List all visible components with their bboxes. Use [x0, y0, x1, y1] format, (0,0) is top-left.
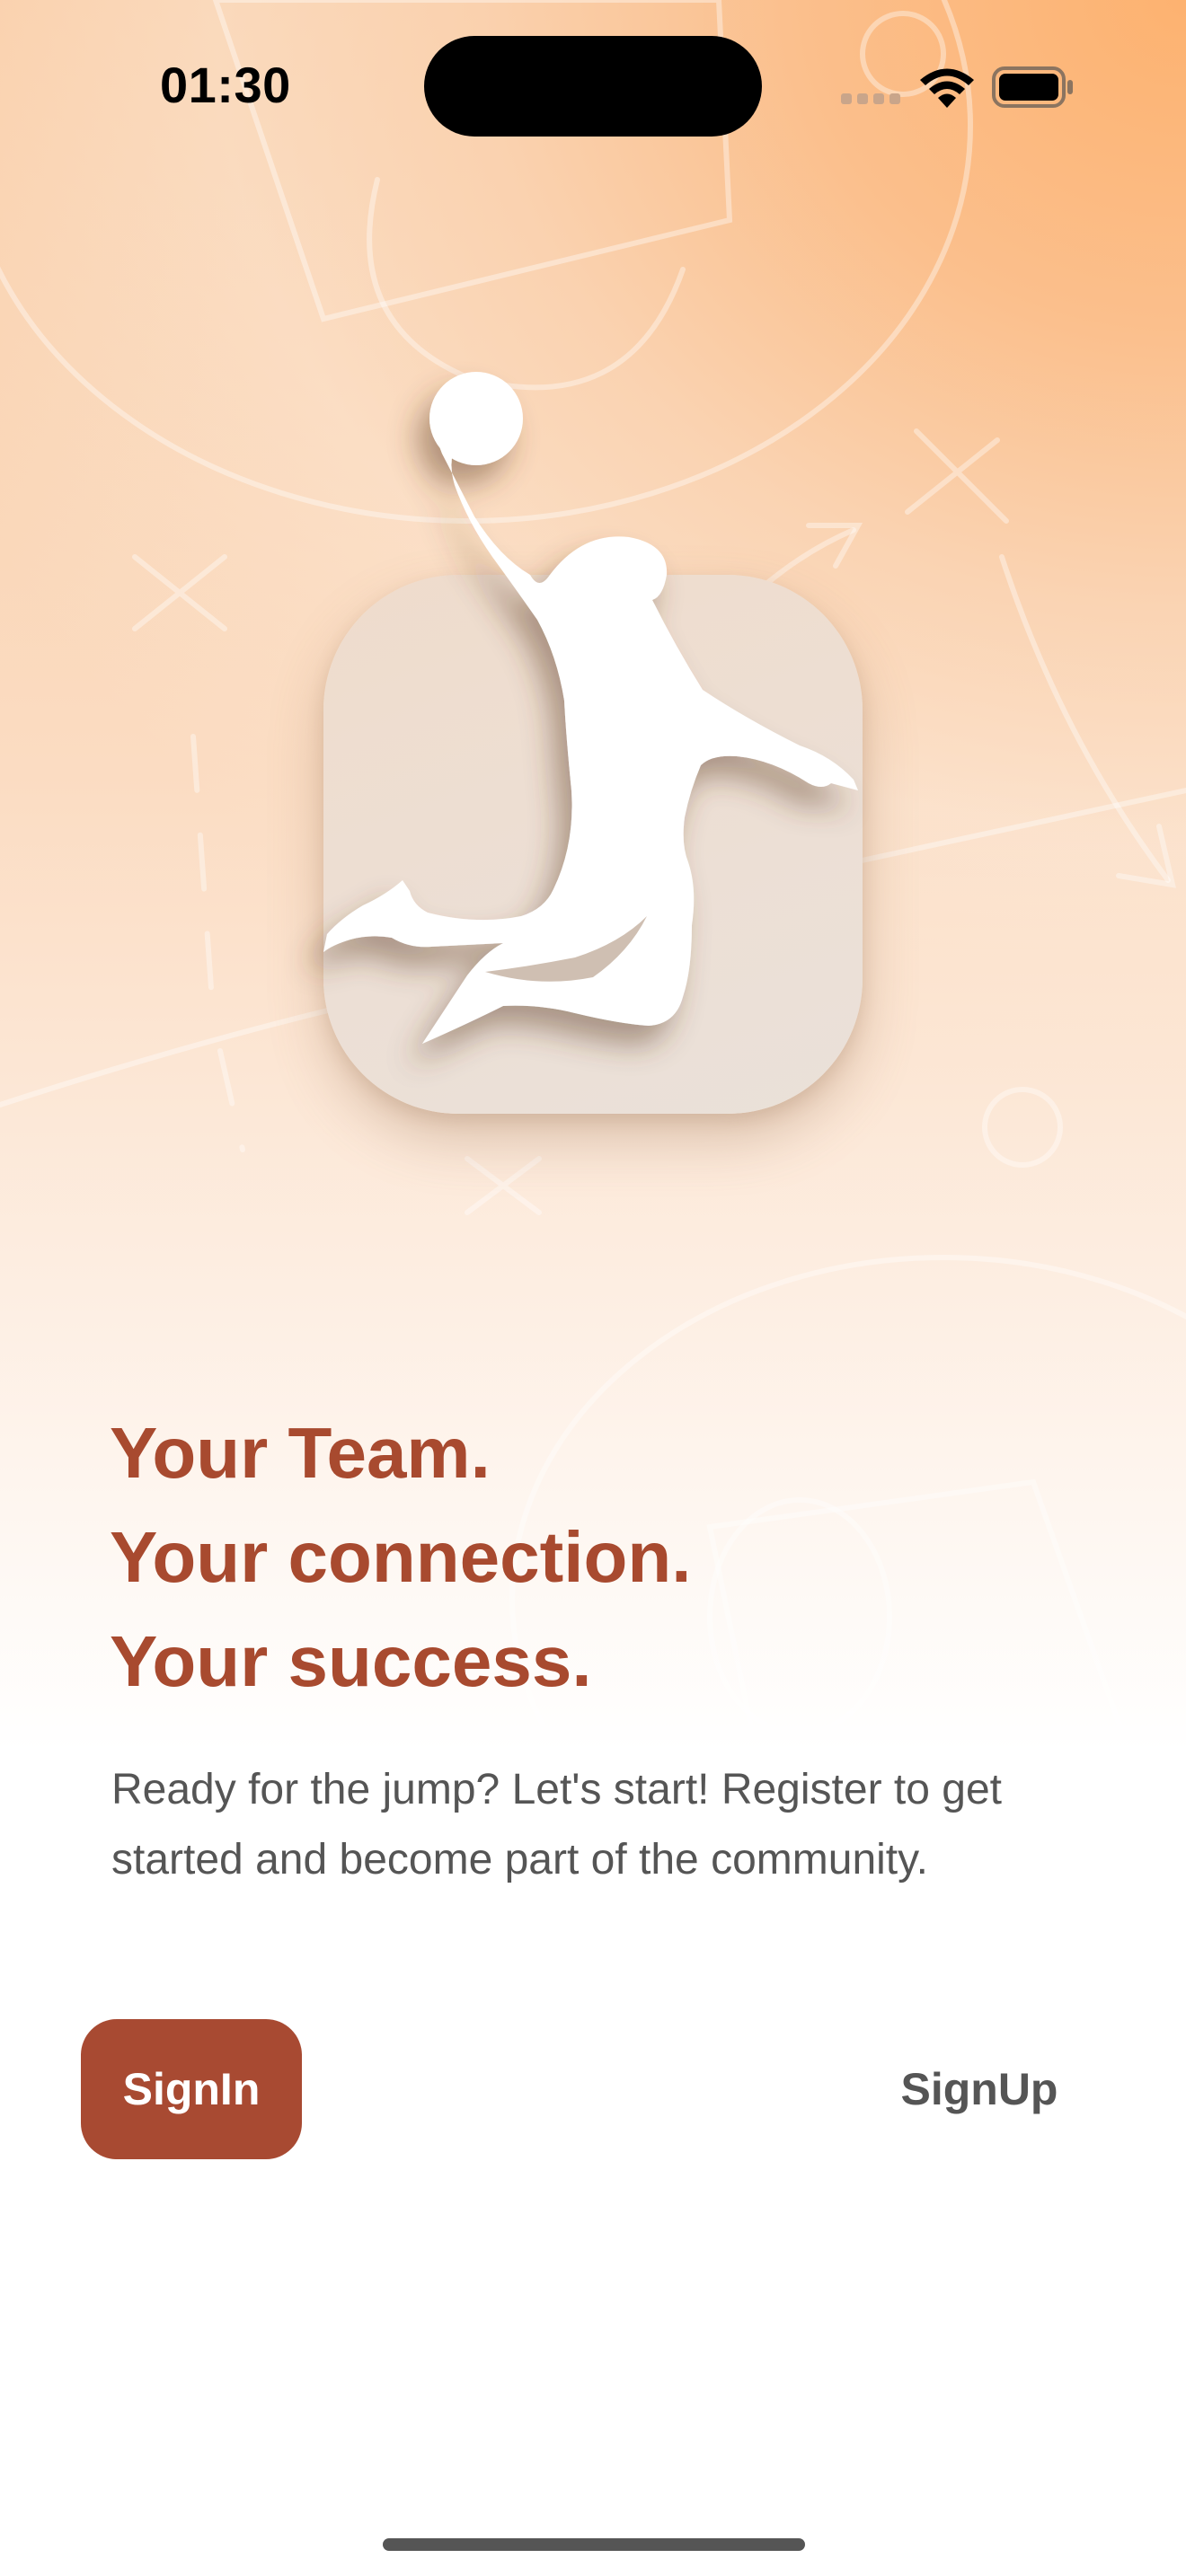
headline-line-connection: Your connection. — [110, 1517, 692, 1597]
cellular-signal-icon — [841, 93, 900, 104]
home-indicator[interactable] — [383, 2538, 805, 2551]
wifi-icon — [920, 68, 974, 108]
basketball-player-dunk-icon — [323, 372, 858, 1044]
headline-line-team: Your Team. — [110, 1413, 491, 1493]
headline-line-success: Your success. — [110, 1621, 592, 1701]
welcome-description: Ready for the jump? Let's start! Registe… — [111, 1766, 1002, 1883]
welcome-screen: 01:30 Your Team. Your connection. Your s… — [0, 0, 1186, 2576]
welcome-headline: Your Team. Your connection. Your success… — [110, 1401, 1098, 1714]
status-time: 01:30 — [160, 57, 291, 113]
battery-icon — [992, 66, 1073, 108]
signin-button[interactable]: SignIn — [81, 2019, 302, 2159]
dynamic-island — [424, 36, 762, 137]
signup-button[interactable]: SignUp — [881, 2053, 1078, 2125]
